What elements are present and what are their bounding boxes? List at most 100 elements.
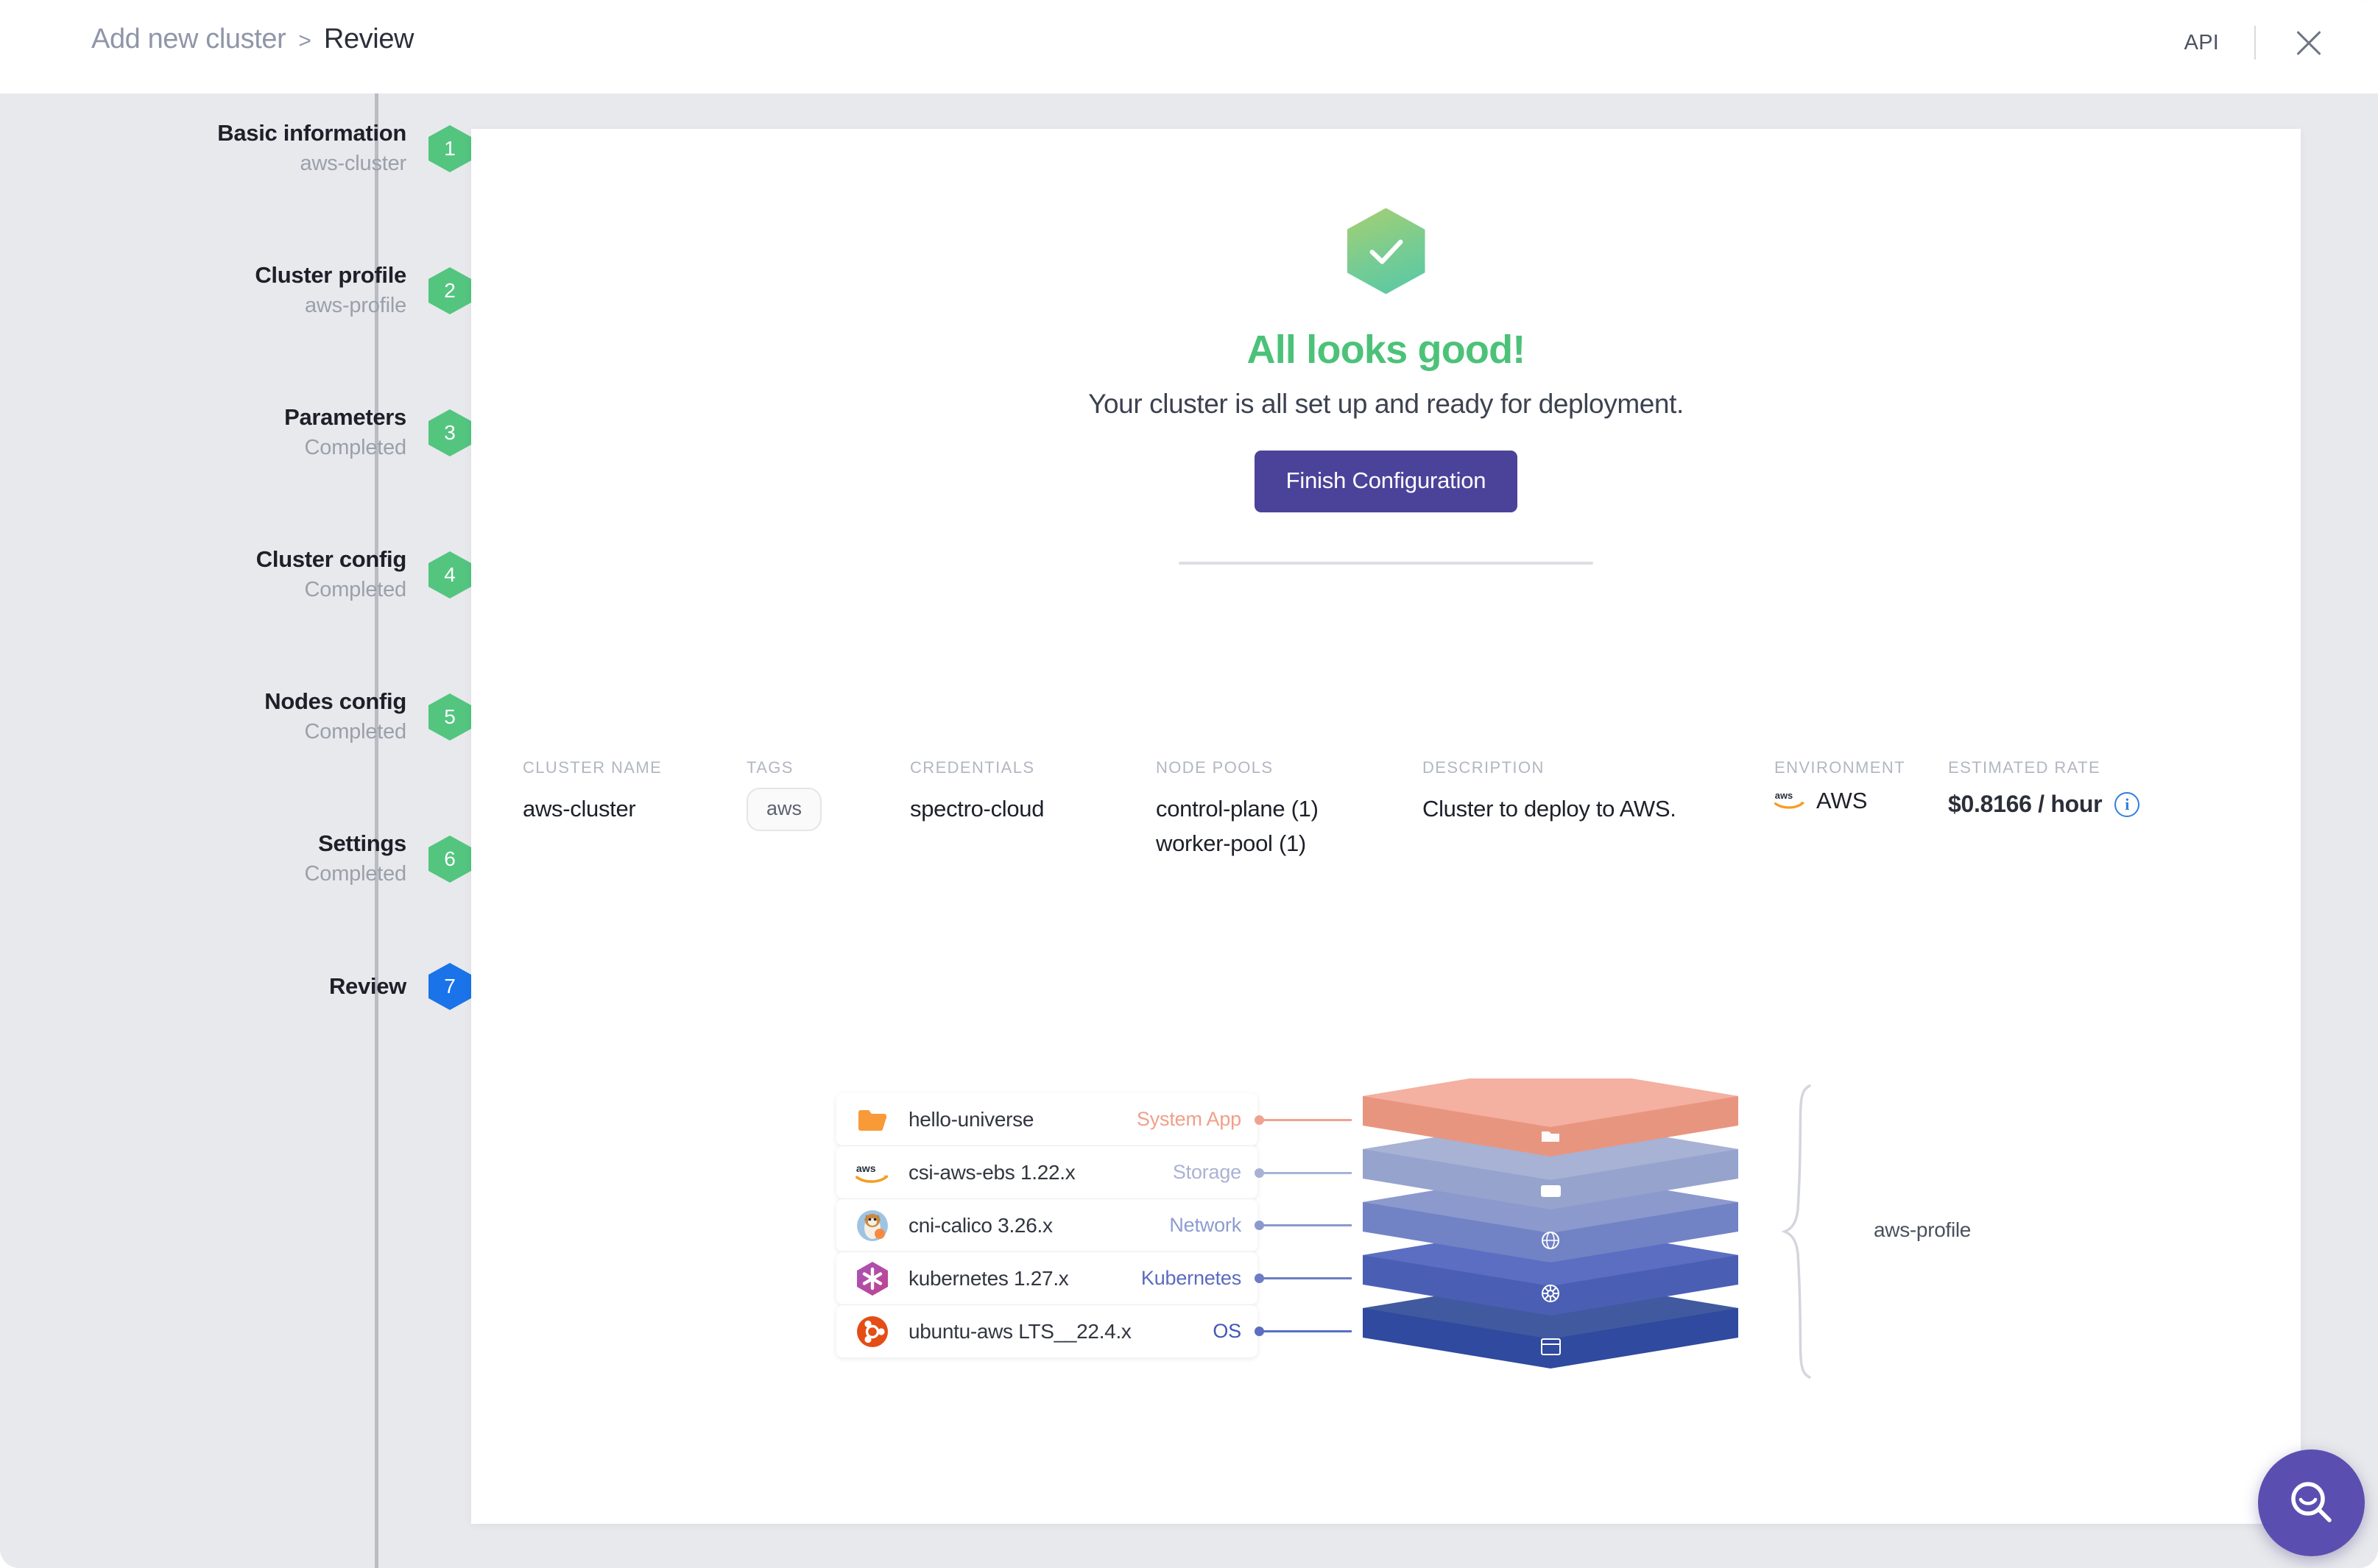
summary-label: TAGS	[747, 758, 794, 777]
step-subtitle: Completed	[304, 578, 407, 602]
list-item[interactable]: hello-universe System App	[836, 1093, 1257, 1145]
step-number: 1	[444, 137, 456, 160]
sidebar-step-basic-information[interactable]: Basic information aws-cluster 1	[0, 93, 471, 204]
step-title: Cluster profile	[255, 262, 406, 289]
step-badge-7: 7	[428, 963, 471, 1010]
top-bar-divider	[2254, 26, 2256, 60]
ubuntu-icon	[855, 1315, 889, 1349]
breadcrumb-root[interactable]: Add new cluster	[91, 24, 286, 55]
svg-text:aws: aws	[856, 1162, 876, 1174]
list-item[interactable]: ubuntu-aws LTS__22.4.x OS	[836, 1305, 1257, 1357]
sidebar-step-nodes-config[interactable]: Nodes config Completed 5	[0, 662, 471, 772]
step-subtitle: Completed	[304, 436, 407, 460]
summary-description: DESCRIPTION Cluster to deploy to AWS.	[1422, 758, 1676, 826]
summary-value: AWS	[1816, 788, 1868, 813]
review-card: All looks good! Your cluster is all set …	[471, 129, 2301, 1524]
hero-subtitle: Your cluster is all set up and ready for…	[1088, 389, 1684, 419]
step-subtitle: Completed	[304, 720, 407, 744]
layer-name: csi-aws-ebs 1.22.x	[908, 1160, 1076, 1184]
summary-label: ESTIMATED RATE	[1948, 758, 2101, 777]
stack-icon-storage	[1541, 1185, 1561, 1197]
search-smile-icon[interactable]	[2258, 1449, 2365, 1556]
step-badge-6: 6	[428, 836, 471, 883]
connector-line	[1255, 1168, 1352, 1178]
layer-name: cni-calico 3.26.x	[908, 1213, 1053, 1237]
section-divider	[1179, 562, 1593, 565]
cluster-profile-diagram: hello-universe System App aws csi-aws-eb…	[471, 1065, 2301, 1388]
breadcrumb-current: Review	[323, 24, 414, 54]
step-badge-2: 2	[428, 267, 471, 314]
list-item[interactable]: cni-calico 3.26.x Network	[836, 1199, 1257, 1251]
summary-estimated-rate: ESTIMATED RATE $0.8166 / hour i	[1948, 758, 2140, 818]
connector-dot	[1255, 1115, 1264, 1125]
sidebar-step-cluster-config[interactable]: Cluster config Completed 4	[0, 520, 471, 630]
hero-section: All looks good! Your cluster is all set …	[471, 129, 2301, 565]
profile-layer-stack	[1352, 1065, 1749, 1388]
step-number: 5	[444, 705, 456, 728]
summary-label: CREDENTIALS	[910, 758, 1035, 777]
layer-name: hello-universe	[908, 1107, 1034, 1131]
top-bar-actions: API	[2184, 25, 2326, 60]
step-badge-1: 1	[428, 125, 471, 172]
layer-type: OS	[1213, 1320, 1241, 1342]
summary-label: ENVIRONMENT	[1774, 758, 1905, 777]
summary-label: NODE POOLS	[1156, 758, 1274, 777]
layer-type: System App	[1136, 1108, 1241, 1130]
aws-logo-icon: aws	[1774, 788, 1805, 814]
list-item[interactable]: aws csi-aws-ebs 1.22.x Storage	[836, 1146, 1257, 1198]
summary-value: worker-pool (1)	[1156, 830, 1306, 856]
tag-chip: aws	[747, 788, 822, 831]
step-number: 4	[444, 563, 456, 586]
connector-dot	[1255, 1221, 1264, 1230]
connector-line	[1255, 1115, 1352, 1125]
connector-line	[1255, 1221, 1352, 1230]
summary-cluster-name: CLUSTER NAME aws-cluster	[523, 758, 662, 826]
summary-label: CLUSTER NAME	[523, 758, 663, 777]
summary-label: DESCRIPTION	[1422, 758, 1545, 777]
aws-logo-icon: aws	[855, 1156, 889, 1190]
page-title: All looks good!	[1246, 328, 1526, 372]
layer-type: Storage	[1172, 1161, 1241, 1183]
layer-name: ubuntu-aws LTS__22.4.x	[908, 1319, 1132, 1343]
api-link[interactable]: API	[2184, 31, 2219, 55]
sidebar-step-settings[interactable]: Settings Completed 6	[0, 804, 471, 914]
breadcrumb-separator: >	[298, 29, 311, 53]
layer-type: Network	[1169, 1214, 1241, 1236]
layer-type: Kubernetes	[1140, 1267, 1241, 1289]
profile-brace	[1782, 1084, 1811, 1379]
step-title: Parameters	[284, 404, 406, 431]
step-number: 7	[444, 975, 456, 997]
layer-name: kubernetes 1.27.x	[908, 1266, 1069, 1290]
step-title: Nodes config	[264, 688, 406, 715]
summary-value: control-plane (1)	[1156, 796, 1319, 822]
step-number: 2	[444, 279, 456, 302]
summary-environment: ENVIRONMENT aws AWS	[1774, 758, 1905, 814]
profile-layer-list: hello-universe System App aws csi-aws-eb…	[836, 1093, 1257, 1358]
step-badge-3: 3	[428, 409, 471, 456]
connector-dot	[1255, 1168, 1264, 1178]
step-sidebar: Basic information aws-cluster 1 Cluster …	[0, 93, 471, 1568]
connector-line	[1255, 1274, 1352, 1283]
summary-row: CLUSTER NAME aws-cluster TAGS aws CREDEN…	[471, 758, 2301, 876]
step-badge-5: 5	[428, 693, 471, 741]
summary-value: aws-cluster	[523, 796, 636, 822]
connector-dot	[1255, 1274, 1264, 1283]
list-item[interactable]: kubernetes 1.27.x Kubernetes	[836, 1252, 1257, 1304]
step-subtitle: aws-profile	[304, 294, 406, 318]
info-icon[interactable]: i	[2114, 791, 2140, 817]
step-title: Settings	[318, 830, 406, 857]
kubernetes-hex-icon	[855, 1261, 889, 1296]
connector-dot	[1255, 1327, 1264, 1336]
step-title: Review	[328, 972, 406, 999]
profile-name-label: aws-profile	[1874, 1218, 1972, 1241]
summary-credentials: CREDENTIALS spectro-cloud	[910, 758, 1045, 826]
step-badge-4: 4	[428, 551, 471, 598]
sidebar-step-review[interactable]: Review 7	[0, 950, 471, 1023]
sidebar-step-cluster-profile[interactable]: Cluster profile aws-profile 2	[0, 236, 471, 346]
finish-configuration-button[interactable]: Finish Configuration	[1254, 451, 1518, 512]
close-icon[interactable]	[2291, 25, 2326, 60]
sidebar-step-parameters[interactable]: Parameters Completed 3	[0, 378, 471, 488]
step-number: 6	[444, 847, 456, 870]
breadcrumb: Add new cluster > Review	[91, 24, 414, 55]
step-subtitle: Completed	[304, 862, 407, 886]
